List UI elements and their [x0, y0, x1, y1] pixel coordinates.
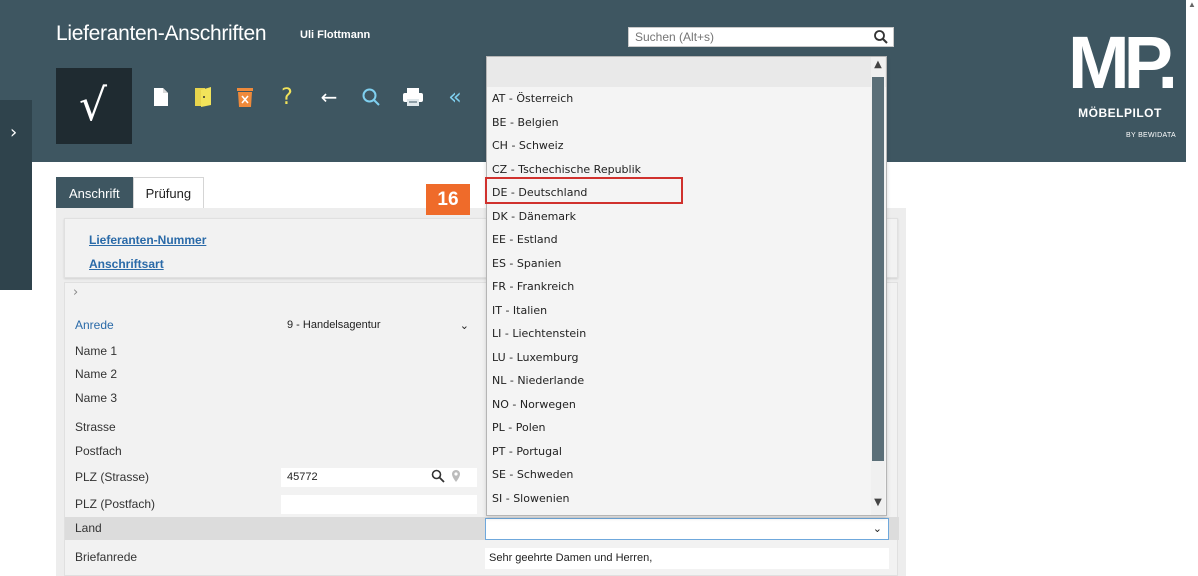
chevron-right-icon: › [10, 122, 18, 143]
scrollbar-thumb[interactable] [872, 77, 884, 461]
option-lu[interactable]: LU - Luxemburg [487, 346, 886, 370]
postfach-label: Postfach [75, 444, 122, 458]
side-panel-toggle[interactable]: › [0, 100, 32, 290]
help-button[interactable]: ? [274, 83, 300, 111]
print-button[interactable] [400, 83, 426, 111]
chevron-right-icon[interactable]: › [73, 285, 78, 300]
page-scroll-up-icon[interactable]: ▲ [1186, 0, 1198, 12]
back-button[interactable]: ← [316, 83, 342, 111]
chevron-down-icon: ⌄ [459, 319, 469, 332]
search-input[interactable] [629, 28, 869, 46]
plz-icons [431, 469, 461, 483]
land-dropdown-list: AT - Österreich BE - Belgien CH - Schwei… [486, 56, 887, 516]
logo-brand: MÖBELPILOT [1078, 106, 1162, 120]
option-no[interactable]: NO - Norwegen [487, 393, 886, 417]
delete-button[interactable] [232, 83, 258, 111]
option-be[interactable]: BE - Belgien [487, 111, 886, 135]
new-document-icon [154, 88, 168, 106]
trash-icon [237, 88, 253, 107]
option-nl[interactable]: NL - Niederlande [487, 369, 886, 393]
scroll-down-icon[interactable]: ▼ [871, 497, 885, 513]
anrede-label: Anrede [75, 318, 114, 332]
row-briefanrede: Briefanrede Sehr geehrte Damen und Herre… [65, 546, 899, 569]
plz-postfach-label: PLZ (Postfach) [75, 497, 156, 511]
folder-open-icon [195, 87, 211, 107]
new-document-button[interactable] [148, 83, 174, 111]
tab-bar: Anschrift Prüfung [56, 177, 205, 209]
name2-label: Name 2 [75, 367, 118, 381]
option-fr[interactable]: FR - Frankreich [487, 275, 886, 299]
user-name: Uli Flottmann [300, 29, 371, 41]
step-badge: 16 [426, 184, 470, 215]
open-folder-button[interactable] [190, 83, 216, 111]
checkmark-icon: √ [79, 80, 108, 131]
option-si[interactable]: SI - Slowenien [487, 487, 886, 511]
logo-mark: MP. [1067, 21, 1178, 104]
dropdown-empty-option[interactable] [487, 57, 886, 87]
arrow-left-icon: ← [320, 85, 338, 109]
land-select[interactable]: ⌄ [485, 518, 889, 540]
name1-label: Name 1 [75, 344, 118, 358]
toolbar: ? ← « [148, 80, 468, 114]
strasse-label: Strasse [75, 420, 116, 434]
tab-pruefung[interactable]: Prüfung [132, 177, 205, 209]
anrede-select[interactable]: 9 - Handelsagentur ⌄ [281, 316, 475, 335]
map-pin-icon[interactable] [451, 469, 461, 483]
search-icon[interactable] [431, 469, 445, 483]
option-ch[interactable]: CH - Schweiz [487, 134, 886, 158]
anrede-value: 9 - Handelsagentur [287, 319, 381, 331]
chevron-down-icon: ⌄ [872, 522, 882, 535]
tab-anschrift[interactable]: Anschrift [56, 177, 133, 209]
search-tool-button[interactable] [358, 83, 384, 111]
option-dk[interactable]: DK - Dänemark [487, 205, 886, 229]
lieferanten-nummer-link[interactable]: Lieferanten-Nummer [89, 233, 206, 247]
option-ee[interactable]: EE - Estland [487, 228, 886, 252]
confirm-button[interactable]: √ [56, 68, 132, 144]
plz-strasse-label: PLZ (Strasse) [75, 470, 150, 484]
collapse-button[interactable]: « [442, 83, 468, 111]
option-at[interactable]: AT - Österreich [487, 87, 886, 111]
magnifier-icon [362, 88, 380, 106]
moebelpilot-logo: MP. MÖBELPILOT BY BEWIDATA [1060, 24, 1180, 154]
app-window: › Lieferanten-Anschriften Uli Flottmann … [0, 0, 1198, 576]
question-icon: ? [281, 84, 293, 110]
name3-label: Name 3 [75, 391, 118, 405]
dropdown-scrollbar[interactable]: ▲ ▼ [871, 57, 885, 515]
option-pt[interactable]: PT - Portugal [487, 440, 886, 464]
option-se[interactable]: SE - Schweden [487, 463, 886, 487]
search-icon[interactable] [873, 29, 889, 45]
dropdown-options: AT - Österreich BE - Belgien CH - Schwei… [487, 87, 886, 510]
briefanrede-input[interactable]: Sehr geehrte Damen und Herren, [485, 548, 889, 569]
search-box [628, 27, 894, 47]
printer-icon [403, 88, 423, 106]
highlight-frame [485, 177, 683, 204]
briefanrede-label: Briefanrede [75, 550, 138, 564]
option-li[interactable]: LI - Liechtenstein [487, 322, 886, 346]
land-label: Land [75, 521, 102, 535]
row-land: Land ⌄ [65, 517, 899, 540]
scroll-up-icon[interactable]: ▲ [871, 59, 885, 75]
option-pl[interactable]: PL - Polen [487, 416, 886, 440]
double-chevron-left-icon: « [448, 84, 462, 110]
option-es[interactable]: ES - Spanien [487, 252, 886, 276]
option-it[interactable]: IT - Italien [487, 299, 886, 323]
anschriftsart-link[interactable]: Anschriftsart [89, 257, 164, 271]
page-title: Lieferanten-Anschriften [56, 22, 267, 45]
plz-postfach-input[interactable] [281, 495, 477, 514]
logo-byline: BY BEWIDATA [1126, 132, 1176, 139]
